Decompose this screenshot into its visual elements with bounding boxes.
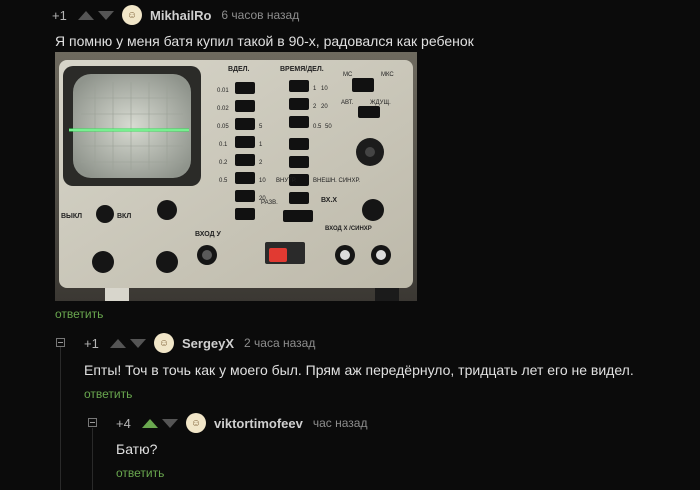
panel-label: ЖДУЩ. xyxy=(370,100,391,106)
scale-label: 0.5 xyxy=(219,178,228,184)
upvote-icon[interactable] xyxy=(142,418,158,428)
panel-label: ВНУТР. xyxy=(276,178,297,184)
upvote-icon[interactable] xyxy=(78,10,94,20)
scale-label: 10 xyxy=(321,86,328,92)
comment-rating: +1 xyxy=(84,335,99,351)
collapse-thread-icon[interactable] xyxy=(56,338,65,347)
comment-photo[interactable]: ВДЕЛ. ВРЕМЯ/ДЕЛ. МС МКС АВТ. ЖДУЩ. 0.01 … xyxy=(55,52,417,301)
scale-label: 0.2 xyxy=(219,160,228,166)
scale-label: 50 xyxy=(325,124,332,130)
scale-label: 0.5 xyxy=(313,124,322,130)
downvote-icon[interactable] xyxy=(98,10,114,20)
panel-label: РАЗВ. xyxy=(261,200,278,206)
thread-line[interactable] xyxy=(92,428,93,490)
downvote-icon[interactable] xyxy=(162,418,178,428)
panel-label: ВЫКЛ xyxy=(61,213,82,220)
comment-author[interactable]: viktortimofeev xyxy=(214,416,303,431)
comment-text: Епты! Точ в точь как у моего был. Прям а… xyxy=(84,362,634,378)
avatar[interactable]: ☺ xyxy=(186,413,206,433)
scale-label: 10 xyxy=(259,178,266,184)
scale-label: 0.01 xyxy=(217,88,229,94)
comment-rating: +4 xyxy=(116,415,131,431)
panel-label: ВКЛ xyxy=(117,213,131,220)
comment-header: +1 ☺ MikhailRo 6 часов назад xyxy=(52,1,299,29)
panel-label: МКС xyxy=(381,72,394,78)
panel-label: ВРЕМЯ/ДЕЛ. xyxy=(280,66,324,73)
panel-label: ВДЕЛ. xyxy=(228,66,250,73)
collapse-thread-icon[interactable] xyxy=(88,418,97,427)
reply-link[interactable]: ответить xyxy=(55,307,103,321)
comment-author[interactable]: MikhailRo xyxy=(150,8,211,23)
panel-label: ВНЕШН. СИНХР. xyxy=(313,178,360,184)
comment-header: +1 ☺ SergeyX 2 часа назад xyxy=(84,329,315,357)
avatar[interactable]: ☺ xyxy=(154,333,174,353)
comment-time[interactable]: час назад xyxy=(313,416,368,430)
comment-time[interactable]: 6 часов назад xyxy=(221,8,299,22)
comment-text: Я помню у меня батя купил такой в 90-х, … xyxy=(55,33,474,49)
reply-link[interactable]: ответить xyxy=(84,387,132,401)
upvote-icon[interactable] xyxy=(110,338,126,348)
comment-author[interactable]: SergeyX xyxy=(182,336,234,351)
panel-label: ВХ.X xyxy=(321,197,337,204)
scale-label: 0.02 xyxy=(217,106,229,112)
panel-label: АВТ. xyxy=(341,100,354,106)
comment-time[interactable]: 2 часа назад xyxy=(244,336,315,350)
panel-label: МС xyxy=(343,72,353,78)
comment-header: +4 ☺ viktortimofeev час назад xyxy=(116,409,367,437)
panel-label: ВХОД X /СИНХР xyxy=(325,226,372,232)
avatar[interactable]: ☺ xyxy=(122,5,142,25)
reply-link[interactable]: ответить xyxy=(116,466,164,480)
comment-rating: +1 xyxy=(52,7,67,23)
downvote-icon[interactable] xyxy=(130,338,146,348)
panel-label: ВХОД У xyxy=(195,231,222,238)
thread-line[interactable] xyxy=(60,346,61,490)
scale-label: 0.1 xyxy=(219,142,228,148)
scale-label: 20 xyxy=(321,104,328,110)
scale-label: 0.05 xyxy=(217,124,229,130)
comment-text: Батю? xyxy=(116,441,158,457)
